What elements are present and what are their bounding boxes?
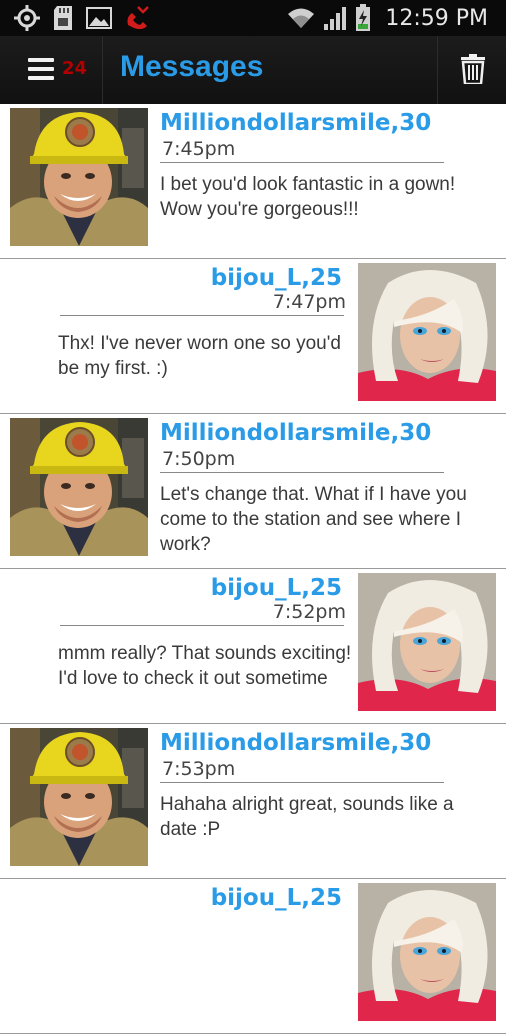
gallery-icon <box>86 7 112 29</box>
wifi-icon <box>288 8 315 28</box>
sender-name[interactable]: bijou_L,25 <box>211 575 342 601</box>
message-item[interactable]: bijou_L,25 <box>0 879 506 1034</box>
message-text: Hahaha alright great, sounds like a date… <box>160 794 454 840</box>
trash-icon <box>461 54 485 84</box>
hamburger-menu-icon <box>28 58 54 80</box>
divider <box>60 625 344 626</box>
firefighter-avatar[interactable] <box>10 418 148 556</box>
divider <box>160 782 444 783</box>
unread-count-badge: 24 <box>62 58 88 79</box>
blonde-woman-avatar[interactable] <box>358 883 496 1021</box>
divider <box>160 162 444 163</box>
status-bar: 12:59 PM <box>0 0 506 36</box>
gps-icon <box>14 5 40 31</box>
message-item[interactable]: Milliondollarsmile,30 7:50pm Let's chang… <box>0 414 506 569</box>
delete-button[interactable] <box>437 36 506 104</box>
message-time: 7:52pm <box>272 601 346 623</box>
status-bar-right-icons: 12:59 PM <box>287 4 488 32</box>
message-time: 7:47pm <box>272 291 346 313</box>
sender-name[interactable]: bijou_L,25 <box>211 885 342 911</box>
action-bar: 24 Messages <box>0 36 506 106</box>
sender-name[interactable]: Milliondollarsmile,30 <box>160 420 431 446</box>
sd-card-icon <box>54 6 72 30</box>
sender-name[interactable]: Milliondollarsmile,30 <box>160 110 431 136</box>
message-text: Thx! I've never worn one so you'd be my … <box>58 333 341 379</box>
divider <box>160 472 444 473</box>
battery-charging-icon <box>356 4 371 31</box>
menu-button[interactable]: 24 <box>0 36 103 104</box>
status-time: 12:59 PM <box>385 5 488 31</box>
message-item[interactable]: Milliondollarsmile,30 7:45pm I bet you'd… <box>0 104 506 259</box>
message-item[interactable]: bijou_L,25 7:47pm Thx! I've never worn o… <box>0 259 506 414</box>
message-time: 7:50pm <box>162 448 236 470</box>
status-bar-left-icons <box>14 4 150 32</box>
firefighter-avatar[interactable] <box>10 728 148 866</box>
sender-name[interactable]: bijou_L,25 <box>211 265 342 291</box>
message-text: Let's change that. What if I have you co… <box>160 484 467 555</box>
missed-call-icon <box>127 6 149 30</box>
message-text: I bet you'd look fantastic in a gown! Wo… <box>160 174 456 220</box>
blonde-woman-avatar[interactable] <box>358 263 496 401</box>
message-text: mmm really? That sounds exciting! I'd lo… <box>58 643 352 689</box>
message-item[interactable]: bijou_L,25 7:52pm mmm really? That sound… <box>0 569 506 724</box>
divider <box>60 315 344 316</box>
sender-name[interactable]: Milliondollarsmile,30 <box>160 730 431 756</box>
firefighter-avatar[interactable] <box>10 108 148 246</box>
page-title: Messages <box>120 50 264 83</box>
signal-icon <box>324 7 347 30</box>
blonde-woman-avatar[interactable] <box>358 573 496 711</box>
message-time: 7:45pm <box>162 138 236 160</box>
message-time: 7:53pm <box>162 758 236 780</box>
message-item[interactable]: Milliondollarsmile,30 7:53pm Hahaha alri… <box>0 724 506 879</box>
message-list: Milliondollarsmile,30 7:45pm I bet you'd… <box>0 104 506 1034</box>
